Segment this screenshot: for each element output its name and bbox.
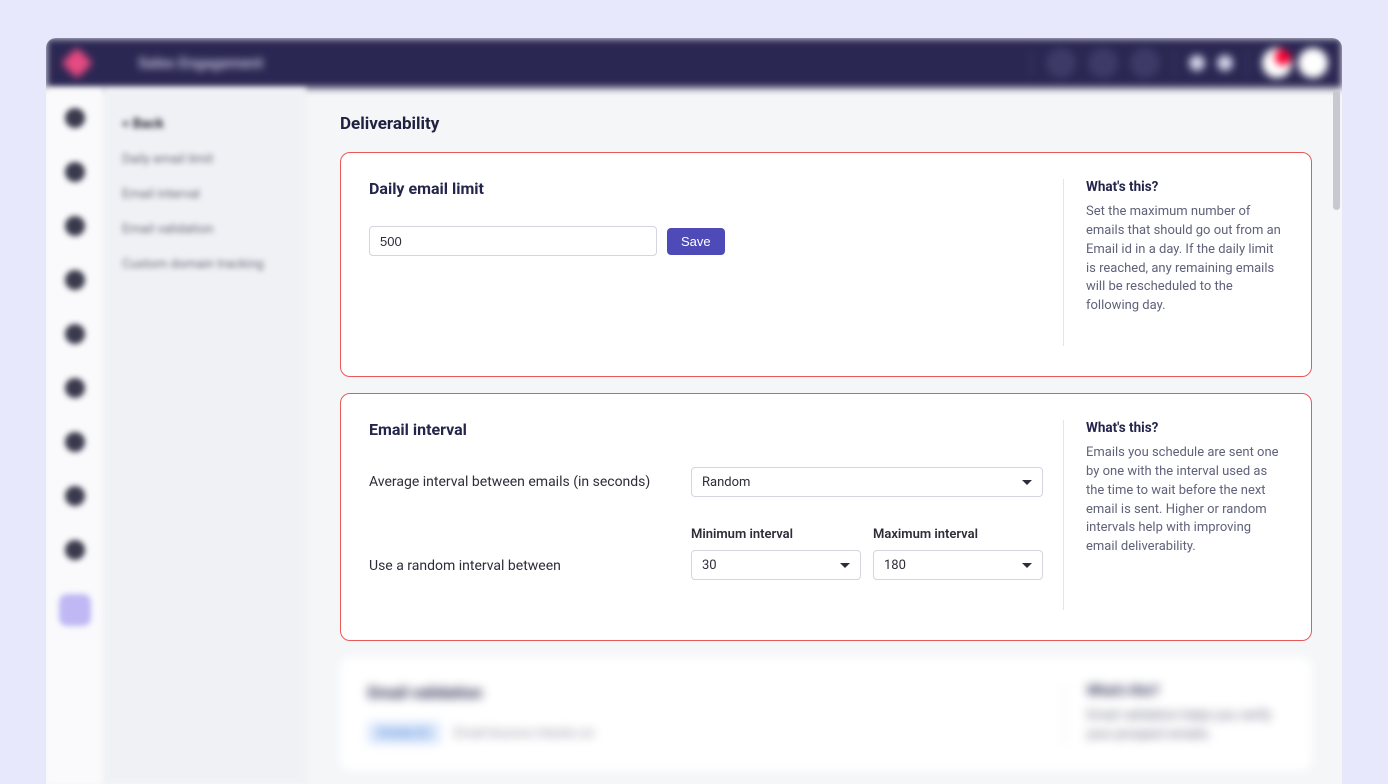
min-interval-label: Minimum interval (691, 527, 861, 542)
side-panel: < Back Daily email limit Email interval … (104, 88, 306, 784)
help-text: Emails you schedule are sent one by one … (1086, 444, 1283, 557)
sidenav-item-email-validation[interactable]: Email validation (122, 222, 288, 237)
help-text: Set the maximum number of emails that sh… (1086, 203, 1283, 316)
icon-rail (46, 88, 104, 784)
save-button[interactable]: Save (667, 228, 725, 255)
max-interval-label: Maximum interval (873, 527, 1043, 542)
rail-icon[interactable] (65, 108, 85, 128)
chevron-down-icon (840, 563, 850, 568)
rail-icon[interactable] (65, 162, 85, 182)
rail-icon[interactable] (65, 324, 85, 344)
topbar-small-icon[interactable] (1217, 55, 1233, 71)
help-title: What's this? (1086, 420, 1283, 436)
chevron-down-icon (1022, 563, 1032, 568)
rail-icon[interactable] (65, 270, 85, 290)
topbar-title: Sales Engagement (138, 54, 263, 72)
help-text: Email validation helps you verify your p… (1087, 707, 1284, 745)
daily-limit-input[interactable] (369, 226, 657, 256)
app-logo-icon (61, 47, 92, 78)
validation-heading: Email validation (368, 683, 1064, 702)
back-link[interactable]: < Back (122, 116, 288, 132)
random-interval-label: Use a random interval between (369, 558, 679, 580)
help-title: What's this? (1087, 683, 1284, 699)
sidenav-item-custom-domain[interactable]: Custom domain tracking (122, 257, 288, 272)
max-interval-select[interactable]: 180 (873, 550, 1043, 580)
page-title: Deliverability (340, 114, 1312, 134)
email-validation-card-blurred: Email validation ENABLED Email bounce ch… (340, 657, 1312, 771)
rail-icon[interactable] (65, 540, 85, 560)
sidenav-item-daily-limit[interactable]: Daily email limit (122, 152, 288, 167)
topbar-small-icon[interactable] (1189, 55, 1205, 71)
chevron-down-icon (1022, 480, 1032, 485)
enabled-badge: ENABLED (368, 722, 440, 744)
scrollbar[interactable] (1333, 90, 1340, 210)
min-interval-value: 30 (702, 558, 717, 573)
avg-interval-label: Average interval between emails (in seco… (369, 474, 679, 490)
app-window: Sales Engagement < Back Daily emai (46, 38, 1342, 784)
help-title: What's this? (1086, 179, 1283, 195)
interval-mode-value: Random (702, 475, 750, 490)
rail-icon-active[interactable] (59, 594, 91, 626)
rail-icon[interactable] (65, 432, 85, 452)
topbar: Sales Engagement (46, 38, 1342, 88)
rail-icon[interactable] (65, 216, 85, 236)
daily-email-limit-card: Daily email limit Save What's this? Set … (340, 152, 1312, 377)
daily-limit-heading: Daily email limit (369, 179, 1043, 198)
topbar-action-icon[interactable] (1088, 48, 1118, 78)
validation-note: Email bounce checks on (454, 726, 594, 741)
sidenav-item-email-interval[interactable]: Email interval (122, 187, 288, 202)
notification-avatar-icon[interactable] (1262, 48, 1292, 78)
min-interval-select[interactable]: 30 (691, 550, 861, 580)
interval-heading: Email interval (369, 420, 1043, 439)
interval-mode-select[interactable]: Random (691, 467, 1043, 497)
rail-icon[interactable] (65, 486, 85, 506)
user-avatar-icon[interactable] (1298, 48, 1328, 78)
topbar-action-icon[interactable] (1130, 48, 1160, 78)
max-interval-value: 180 (884, 558, 906, 573)
topbar-action-icon[interactable] (1046, 48, 1076, 78)
rail-icon[interactable] (65, 378, 85, 398)
email-interval-card: Email interval Average interval between … (340, 393, 1312, 641)
main-content: Deliverability Daily email limit Save Wh… (306, 88, 1342, 784)
